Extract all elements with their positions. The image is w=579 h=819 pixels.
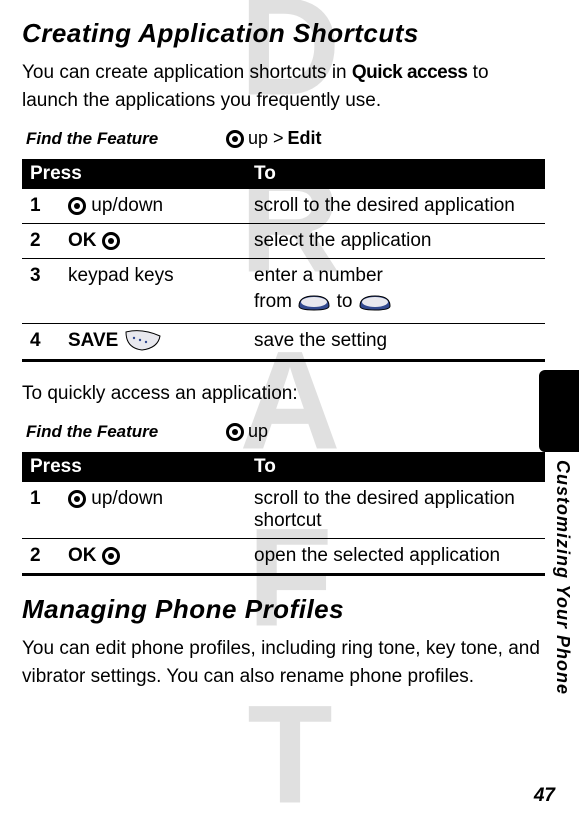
find-feature-row-1: Find the Feature up > Edit [26,128,545,149]
table-row: 1 up/down scroll to the desired applicat… [22,482,545,539]
to-label: to [337,291,353,312]
step-to: scroll to the desired application shortc… [246,482,545,539]
key-9-icon [358,292,392,312]
press-label: up/down [91,195,163,216]
nav1-text-a: up > [248,128,284,149]
step-press: SAVE [60,324,246,360]
step-press: up/down [60,189,246,224]
step-num: 2 [22,224,60,259]
table-row: 1 up/down scroll to the desired applicat… [22,189,545,224]
nav-ring-icon [68,197,86,215]
intro1-part-a: You can create application shortcuts in [22,62,352,83]
intro1-bold: Quick access [352,62,467,83]
step-num: 1 [22,482,60,539]
find-feature-row-2: Find the Feature up [26,421,545,442]
step-num: 2 [22,539,60,575]
step-num: 1 [22,189,60,224]
intro-paragraph-1: You can create application shortcuts in … [22,59,545,114]
table1-header-row: Press To [22,159,545,189]
step-to: select the application [246,224,545,259]
section-side-label: Customizing Your Phone [552,460,573,695]
table2-header-row: Press To [22,452,545,482]
nav-ring-icon [68,490,86,508]
steps-table-1: Press To 1 up/down scroll to the desired… [22,159,545,361]
thumb-tab [539,370,579,452]
table-row: 3 keypad keys enter a number from to [22,259,545,324]
heading-managing-profiles: Managing Phone Profiles [22,594,545,625]
intro-paragraph-2: You can edit phone profiles, including r… [22,635,545,690]
table1-header-press: Press [22,159,246,189]
step-num: 4 [22,324,60,360]
press-label: up/down [91,488,163,509]
nav-ring-icon [226,130,244,148]
nav2-text: up [248,421,268,442]
ok-label: OK [68,545,97,566]
step-press: keypad keys [60,259,246,324]
step-press: OK [60,224,246,259]
nav1-text-bold: Edit [288,128,322,149]
nav-ring-icon [102,547,120,565]
step-press: OK [60,539,246,575]
find-feature-label-2: Find the Feature [26,422,226,442]
page-content: Creating Application Shortcuts You can c… [0,0,579,690]
nav-sequence-1: up > Edit [226,128,322,149]
table-row: 2 OK open the selected application [22,539,545,575]
page-number: 47 [534,785,555,807]
step-to-line2: from to [254,287,537,317]
table-row: 2 OK select the application [22,224,545,259]
step-to: enter a number from to [246,259,545,324]
heading-creating-shortcuts: Creating Application Shortcuts [22,18,545,49]
mid-paragraph: To quickly access an application: [22,380,545,408]
nav-ring-icon [226,423,244,441]
step-to: save the setting [246,324,545,360]
nav-sequence-2: up [226,421,268,442]
save-label: SAVE [68,331,118,352]
key-1-icon [297,292,331,312]
table2-header-press: Press [22,452,246,482]
find-feature-label-1: Find the Feature [26,129,226,149]
table2-header-to: To [246,452,545,482]
table-row: 4 SAVE save the setting [22,324,545,360]
step-press: up/down [60,482,246,539]
step-to-line1: enter a number [254,265,537,287]
step-num: 3 [22,259,60,324]
steps-table-2: Press To 1 up/down scroll to the desired… [22,452,545,576]
from-label: from [254,291,292,312]
step-to: open the selected application [246,539,545,575]
step-to: scroll to the desired application [246,189,545,224]
nav-ring-icon [102,232,120,250]
table1-header-to: To [246,159,545,189]
ok-label: OK [68,230,97,251]
softkey-icon [124,330,162,352]
